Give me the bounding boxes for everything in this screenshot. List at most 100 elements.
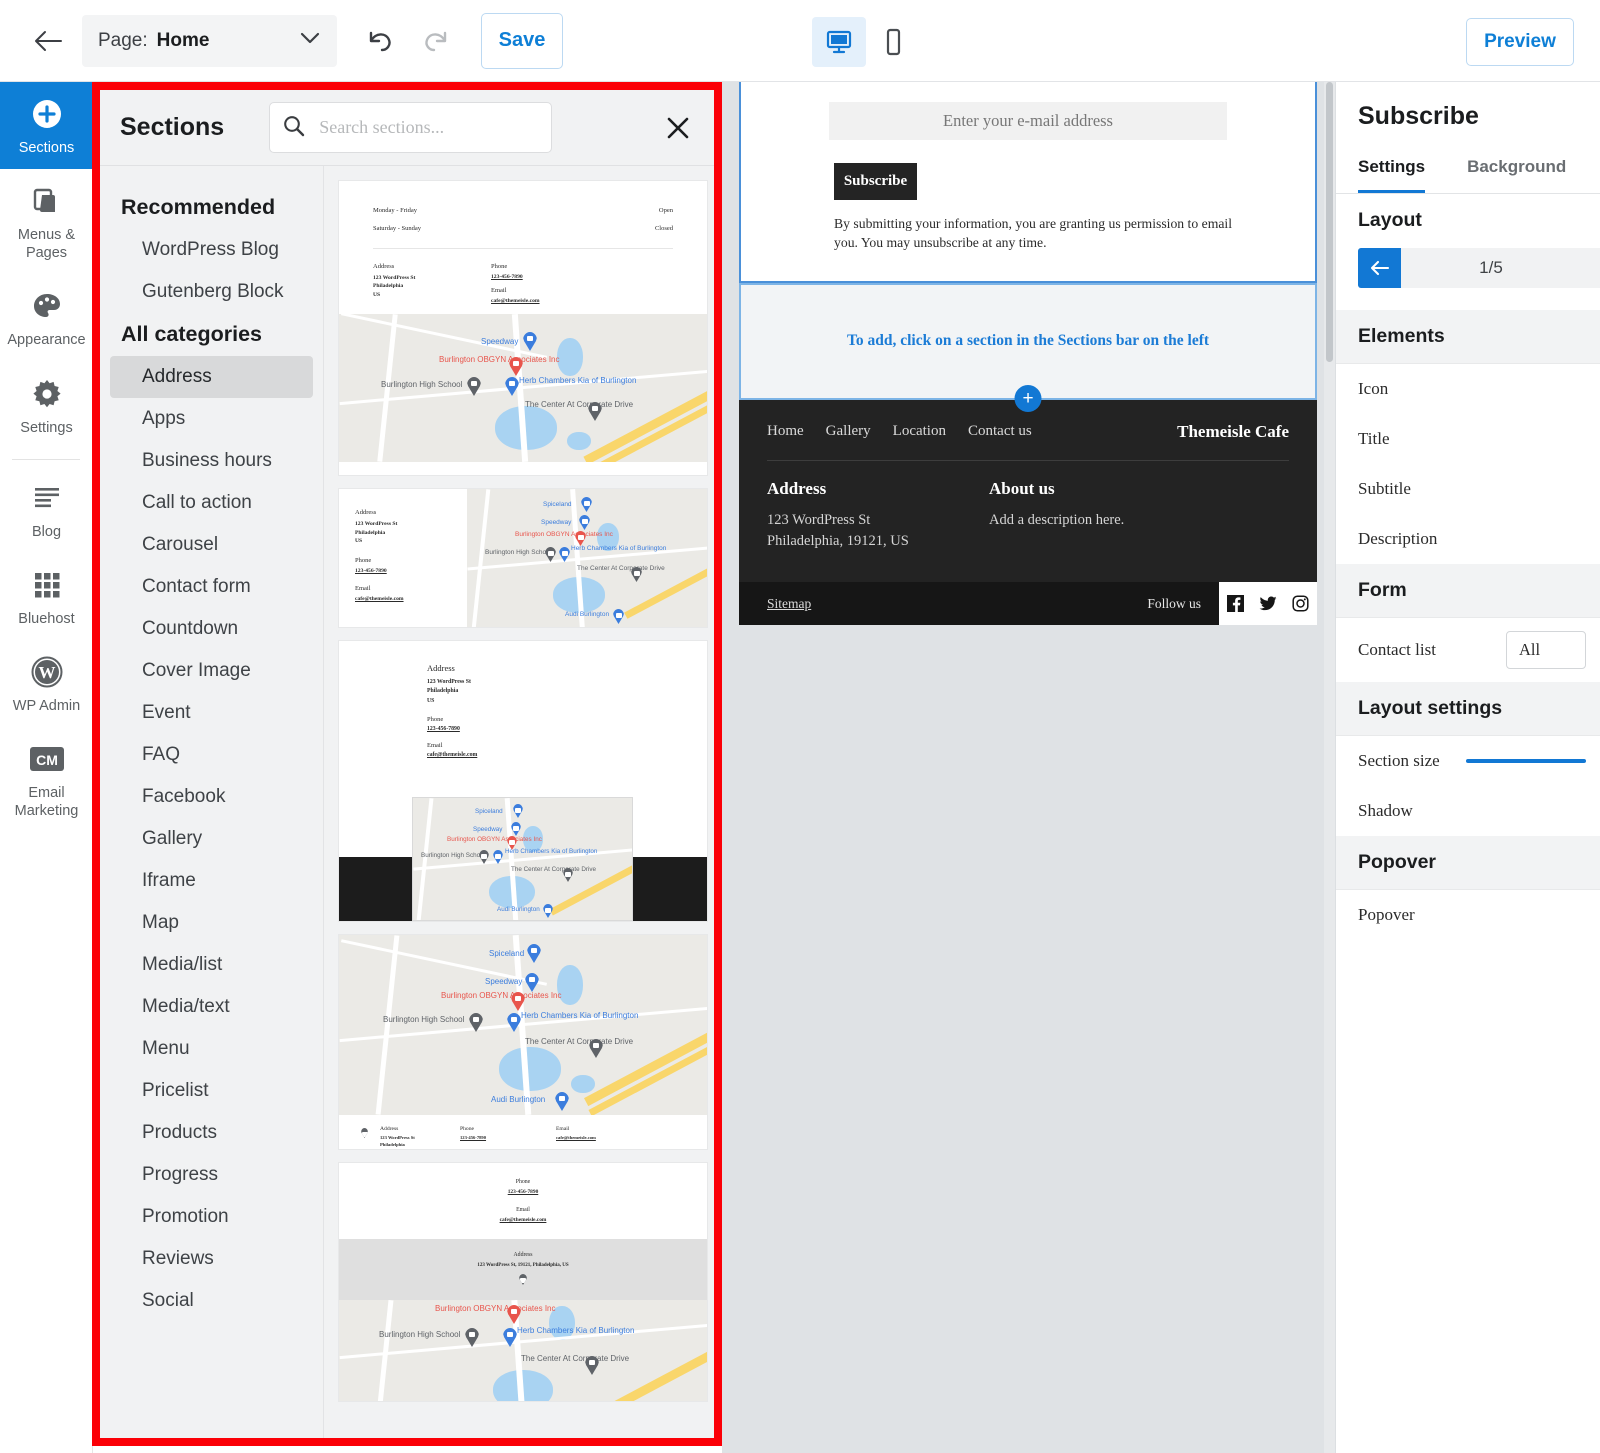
category-address[interactable]: Address bbox=[110, 356, 313, 398]
section-thumbnail-address-hours-map[interactable]: Monday - Friday Open Saturday - Sunday C… bbox=[338, 180, 708, 476]
map-label: Burlington High School bbox=[381, 380, 462, 389]
category-gallery[interactable]: Gallery bbox=[110, 818, 313, 860]
preview-button[interactable]: Preview bbox=[1466, 18, 1574, 66]
category-event[interactable]: Event bbox=[110, 692, 313, 734]
subscribe-email-input[interactable]: Enter your e-mail address bbox=[829, 102, 1227, 140]
close-icon[interactable] bbox=[658, 108, 698, 148]
thumb-address-line: 123 WordPress St bbox=[380, 1135, 460, 1142]
search-sections-box[interactable] bbox=[269, 102, 552, 153]
canvas-scrollbar-thumb[interactable] bbox=[1326, 82, 1333, 362]
category-pricelist[interactable]: Pricelist bbox=[110, 1070, 313, 1112]
category-contact-form[interactable]: Contact form bbox=[110, 566, 313, 608]
map-thumbnail: Burlington OBGYN Associates Inc Burlingt… bbox=[339, 1300, 707, 1402]
settings-tabs[interactable]: Settings Background bbox=[1336, 151, 1600, 194]
sidebar-item-blog[interactable]: Blog bbox=[0, 466, 93, 553]
category-wordpress-blog[interactable]: WordPress Blog bbox=[110, 229, 313, 271]
instagram-icon[interactable] bbox=[1292, 595, 1309, 612]
sidebar-item-email-marketing[interactable]: CM Email Marketing bbox=[0, 727, 93, 832]
section-size-label: Section size bbox=[1358, 751, 1440, 771]
sections-panel: Sections Recommended WordPress Blog Gute… bbox=[100, 90, 714, 1438]
element-row-title[interactable]: Title bbox=[1336, 414, 1600, 464]
footer-nav-home[interactable]: Home bbox=[767, 423, 804, 440]
category-media-list[interactable]: Media/list bbox=[110, 944, 313, 986]
thumb-address-line: Philadelphia bbox=[373, 282, 491, 290]
section-settings-panel: Subscribe Settings Background Layout 1/5… bbox=[1335, 82, 1600, 1453]
twitter-icon[interactable] bbox=[1259, 596, 1277, 612]
sidebar-item-bluehost[interactable]: Bluehost bbox=[0, 553, 93, 640]
site-preview-canvas[interactable]: Enter your e-mail address Subscribe By s… bbox=[722, 82, 1335, 1453]
category-gutenberg-block[interactable]: Gutenberg Block bbox=[110, 271, 313, 313]
section-thumbnail-address-left-map-right[interactable]: Address 123 WordPress St Philadelphia US… bbox=[338, 488, 708, 628]
section-thumbnail-address-centered-map-overlay[interactable]: Address 123 WordPress St Philadelphia US… bbox=[338, 640, 708, 922]
wordpress-icon: W bbox=[30, 654, 64, 690]
section-thumbnail-map-top-address-row[interactable]: Spiceland Speedway Burlington OBGYN Asso… bbox=[338, 934, 708, 1150]
category-social[interactable]: Social bbox=[110, 1280, 313, 1322]
element-row-subtitle[interactable]: Subtitle bbox=[1336, 464, 1600, 514]
top-toolbar: Page: Home Save Preview bbox=[0, 0, 1600, 82]
tab-background[interactable]: Background bbox=[1467, 151, 1566, 193]
footer-nav-gallery[interactable]: Gallery bbox=[826, 423, 871, 440]
category-faq[interactable]: FAQ bbox=[110, 734, 313, 776]
section-size-row[interactable]: Section size bbox=[1336, 736, 1600, 786]
category-reviews[interactable]: Reviews bbox=[110, 1238, 313, 1280]
category-apps[interactable]: Apps bbox=[110, 398, 313, 440]
category-menu[interactable]: Menu bbox=[110, 1028, 313, 1070]
section-thumbnail-contact-centered-map-bottom[interactable]: Phone 123-456-7890 Email cafe@themeisle.… bbox=[338, 1162, 708, 1402]
category-progress[interactable]: Progress bbox=[110, 1154, 313, 1196]
sitemap-link[interactable]: Sitemap bbox=[767, 596, 811, 612]
element-row-description[interactable]: Description bbox=[1336, 514, 1600, 564]
desktop-icon[interactable] bbox=[812, 17, 866, 67]
canvas-scrollbar[interactable] bbox=[1324, 82, 1335, 1453]
category-list[interactable]: Recommended WordPress Blog Gutenberg Blo… bbox=[100, 166, 324, 1438]
sidebar-item-wp-admin[interactable]: W WP Admin bbox=[0, 640, 93, 727]
section-thumbnail-list[interactable]: Monday - Friday Open Saturday - Sunday C… bbox=[324, 166, 714, 1438]
category-carousel[interactable]: Carousel bbox=[110, 524, 313, 566]
plus-icon[interactable]: + bbox=[1015, 385, 1042, 412]
redo-icon[interactable] bbox=[413, 18, 459, 64]
add-section-placeholder[interactable]: To add, click on a section in the Sectio… bbox=[739, 283, 1317, 400]
layout-pager-count: 1/5 bbox=[1401, 258, 1581, 278]
section-size-slider[interactable] bbox=[1466, 759, 1586, 763]
category-products[interactable]: Products bbox=[110, 1112, 313, 1154]
thumb-email-heading: Email bbox=[339, 1207, 707, 1213]
back-arrow-icon[interactable] bbox=[28, 21, 68, 61]
tab-settings[interactable]: Settings bbox=[1358, 151, 1425, 193]
sidebar-item-appearance[interactable]: Appearance bbox=[0, 274, 93, 361]
footer-divider bbox=[767, 460, 1289, 461]
category-cover-image[interactable]: Cover Image bbox=[110, 650, 313, 692]
footer-nav[interactable]: Home Gallery Location Contact us bbox=[767, 423, 1032, 440]
footer-nav-contact-us[interactable]: Contact us bbox=[968, 423, 1032, 440]
subscribe-section[interactable]: Enter your e-mail address Subscribe By s… bbox=[739, 82, 1317, 283]
category-business-hours[interactable]: Business hours bbox=[110, 440, 313, 482]
category-group-title: All categories bbox=[100, 313, 323, 356]
category-call-to-action[interactable]: Call to action bbox=[110, 482, 313, 524]
facebook-icon[interactable] bbox=[1227, 595, 1244, 612]
sidebar-item-menus-pages[interactable]: Menus & Pages bbox=[0, 169, 93, 274]
category-countdown[interactable]: Countdown bbox=[110, 608, 313, 650]
footer-nav-location[interactable]: Location bbox=[893, 423, 946, 440]
shadow-row[interactable]: Shadow bbox=[1336, 786, 1600, 836]
page-selector[interactable]: Page: Home bbox=[82, 15, 337, 67]
contact-list-select[interactable]: All bbox=[1506, 631, 1586, 669]
category-promotion[interactable]: Promotion bbox=[110, 1196, 313, 1238]
layout-pager[interactable]: 1/5 bbox=[1358, 248, 1600, 288]
undo-icon[interactable] bbox=[357, 18, 403, 64]
search-input[interactable] bbox=[317, 116, 532, 139]
element-row-icon[interactable]: Icon bbox=[1336, 364, 1600, 414]
category-facebook[interactable]: Facebook bbox=[110, 776, 313, 818]
map-label: Burlington OBGYN Associates Inc bbox=[435, 1304, 501, 1314]
settings-panel-title: Subscribe bbox=[1336, 82, 1600, 151]
thumb-address-line: 123 WordPress St bbox=[427, 678, 707, 687]
category-map[interactable]: Map bbox=[110, 902, 313, 944]
popover-row[interactable]: Popover bbox=[1336, 890, 1600, 940]
arrow-left-icon[interactable] bbox=[1358, 248, 1401, 288]
contact-list-row[interactable]: Contact list All bbox=[1336, 618, 1600, 682]
add-section-hint-text: To add, click on a section in the Sectio… bbox=[847, 332, 1209, 350]
sidebar-item-settings[interactable]: Settings bbox=[0, 362, 93, 449]
subscribe-button[interactable]: Subscribe bbox=[834, 163, 917, 200]
category-media-text[interactable]: Media/text bbox=[110, 986, 313, 1028]
sidebar-item-sections[interactable]: Sections bbox=[0, 82, 93, 169]
save-button[interactable]: Save bbox=[481, 13, 563, 69]
category-iframe[interactable]: Iframe bbox=[110, 860, 313, 902]
mobile-icon[interactable] bbox=[866, 17, 920, 67]
